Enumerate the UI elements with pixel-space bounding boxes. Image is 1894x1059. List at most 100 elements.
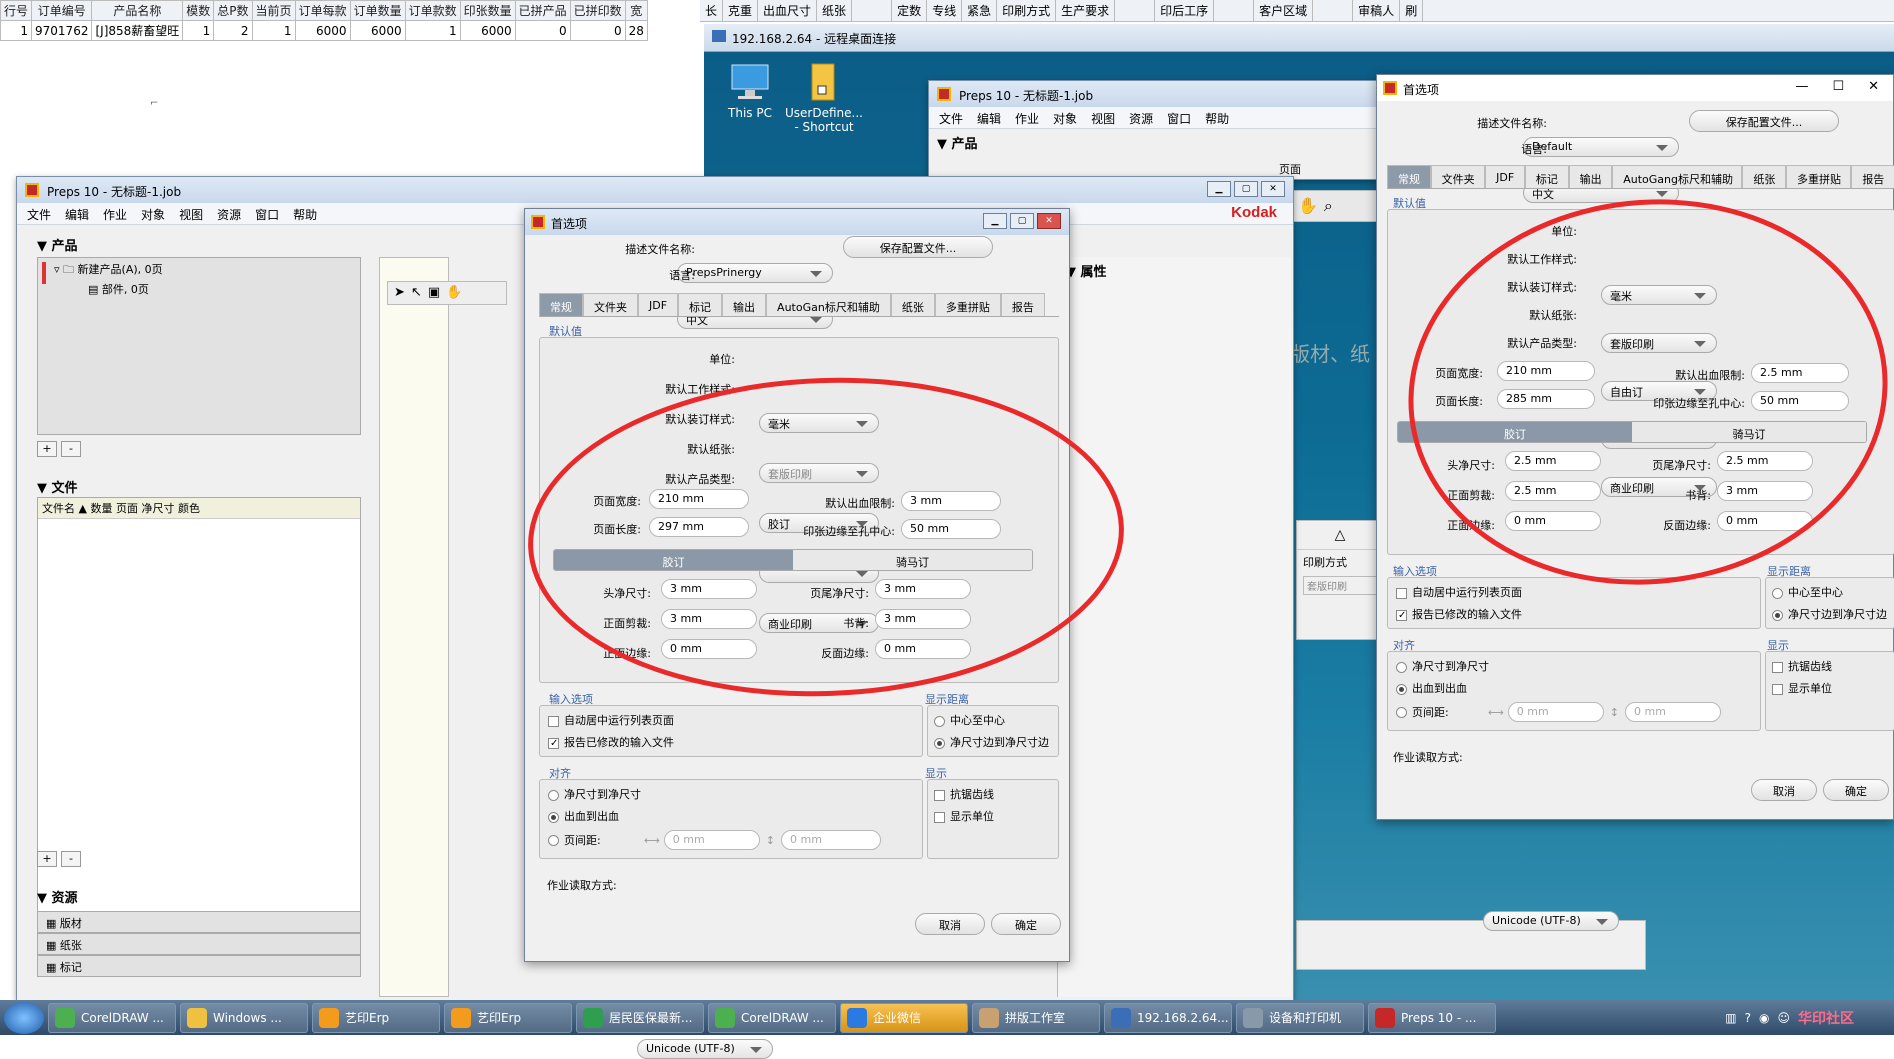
column-header[interactable]: 订单编号 <box>31 0 93 21</box>
spacing-option[interactable]: 页间距: ⟷ 0 mm ↕ 0 mm <box>540 824 922 850</box>
column-header[interactable]: 模数 <box>182 0 215 21</box>
column-header[interactable]: 定数 <box>892 0 928 21</box>
section-resources[interactable]: ▼ 资源 <box>37 887 78 906</box>
table-cell[interactable]: 2 <box>213 20 253 41</box>
table-cell[interactable]: 1 <box>0 20 33 41</box>
table-cell[interactable]: 0 <box>514 20 571 41</box>
antialias-option[interactable]: 抗锯齿线 <box>928 780 1058 802</box>
table-cell[interactable]: 1 <box>404 20 461 41</box>
save-config-button[interactable]: 保存配置文件... <box>1689 110 1839 132</box>
menu-item[interactable]: 文件 <box>939 110 963 126</box>
column-header[interactable]: 已拼产品 <box>514 0 571 21</box>
add-file-button[interactable]: + <box>37 851 57 867</box>
desktop-icon-shortcut[interactable]: UserDefine... - Shortcut <box>782 62 866 134</box>
minimize-button[interactable]: — <box>1795 79 1808 94</box>
table-cell[interactable]: 6000 <box>459 20 516 41</box>
column-header[interactable]: 客户区域 <box>1254 0 1314 21</box>
trim-to-trim-option[interactable]: 净尺寸边到净尺寸边 <box>928 728 1058 750</box>
align-trim-radio[interactable] <box>548 789 559 801</box>
pointer-icon[interactable]: ↖ <box>411 285 422 301</box>
column-header[interactable]: 订单数量 <box>349 0 406 21</box>
show-units-option[interactable]: 显示单位 <box>928 802 1058 824</box>
maximize-button[interactable]: ▢ <box>1234 181 1258 197</box>
close-button[interactable]: ✕ <box>1261 181 1285 197</box>
trim-radio[interactable] <box>934 737 945 749</box>
column-header[interactable]: 订单每款 <box>294 0 351 21</box>
spacing-radio[interactable] <box>1396 706 1407 718</box>
column-header[interactable]: 行号 <box>0 0 33 21</box>
taskbar-item[interactable]: CorelDRAW ... <box>48 1002 176 1033</box>
align-trim-option[interactable]: 净尺寸到净尺寸 <box>540 780 922 802</box>
menu-item[interactable]: 作业 <box>103 206 127 222</box>
ok-button[interactable]: 确定 <box>1823 779 1889 801</box>
tab-1[interactable]: 文件夹 <box>583 293 638 316</box>
spacing-option[interactable]: 页间距: ⟷ 0 mm ↕ 0 mm <box>1388 696 1760 722</box>
product-tree[interactable]: ▿ 🗀 新建产品(A), 0页 ▤ 部件, 0页 <box>37 257 361 435</box>
select-arrow-icon[interactable]: ➤ <box>394 285 405 301</box>
tab-5[interactable]: AutoGan标尺和辅助 <box>766 293 891 316</box>
table-cell[interactable]: 1 <box>251 20 296 41</box>
spacing-h-field[interactable]: 0 mm <box>663 830 760 850</box>
antialias-option[interactable]: 抗锯齿线 <box>1766 652 1894 674</box>
tab-7[interactable]: 多重拼贴 <box>934 293 1001 316</box>
section-product[interactable]: ▼ 产品 <box>929 129 1377 156</box>
save-config-button[interactable]: 保存配置文件... <box>843 236 993 258</box>
zoom-icon[interactable]: ⌕ <box>1324 196 1333 216</box>
report-modified-option[interactable]: 报告已修改的输入文件 <box>1388 600 1760 622</box>
table-cell[interactable]: 0 <box>569 20 626 41</box>
desktop-icon-this-pc[interactable]: This PC <box>708 62 792 120</box>
menu-item[interactable]: 对象 <box>1053 110 1077 126</box>
table-cell[interactable]: 1 <box>182 20 215 41</box>
align-trim-radio[interactable] <box>1396 661 1407 673</box>
section-product[interactable]: ▼ 产品 <box>37 235 78 254</box>
column-header[interactable]: 印张数量 <box>459 0 516 21</box>
center-radio[interactable] <box>934 715 945 727</box>
table-cell[interactable]: 28 <box>624 20 648 41</box>
page-tool-icon[interactable]: ▣ <box>428 285 440 301</box>
resource-marks[interactable]: ▦ 标记 <box>37 955 361 977</box>
menu-item[interactable]: 视图 <box>1091 110 1115 126</box>
cancel-button[interactable]: 取消 <box>915 913 985 935</box>
antialias-checkbox[interactable] <box>1772 661 1783 673</box>
hand-icon[interactable]: ✋ <box>446 285 462 301</box>
column-header[interactable] <box>1313 0 1354 21</box>
taskbar-item[interactable]: 企业微信 <box>840 1002 968 1033</box>
align-bleed-option[interactable]: 出血到出血 <box>1388 674 1760 696</box>
close-button[interactable]: ✕ <box>1868 79 1879 94</box>
column-header[interactable]: 宽 <box>624 0 648 21</box>
center-to-center-option[interactable]: 中心至中心 <box>928 706 1058 728</box>
column-header[interactable]: 出血尺寸 <box>758 0 818 21</box>
column-header[interactable]: 印后工序 <box>1155 0 1215 21</box>
auto-list-checkbox[interactable] <box>548 715 559 727</box>
menu-item[interactable]: 编辑 <box>65 206 89 222</box>
taskbar-item[interactable]: Windows ... <box>180 1002 308 1033</box>
encoding-select[interactable]: Unicode (UTF-8) <box>1483 911 1619 931</box>
tab-8[interactable]: 报告 <box>1851 165 1894 188</box>
tab-4[interactable]: 输出 <box>1568 165 1613 188</box>
menu-item[interactable]: 帮助 <box>1205 110 1229 126</box>
spacing-v-field[interactable]: 0 mm <box>781 830 881 850</box>
center-to-center-option[interactable]: 中心至中心 <box>1766 578 1894 600</box>
column-header[interactable]: 总P数 <box>213 0 253 21</box>
menu-item[interactable]: 窗口 <box>255 206 279 222</box>
column-header[interactable]: 纸张 <box>817 0 853 21</box>
tab-0[interactable]: 常规 <box>1387 165 1431 188</box>
column-header[interactable]: 印刷方式 <box>997 0 1057 21</box>
close-button[interactable]: ✕ <box>1037 213 1061 229</box>
tab-7[interactable]: 多重拼贴 <box>1785 165 1852 188</box>
tree-item-part[interactable]: ▤ 部件, 0页 <box>38 280 360 297</box>
menu-item[interactable]: 帮助 <box>293 206 317 222</box>
table-row[interactable]: 1 9701762 [J]858薪畜望旺 1 2 1 6000 6000 1 6000 0 0 28 <box>0 20 648 41</box>
tab-2[interactable]: JDF <box>638 293 679 316</box>
tab-6[interactable]: 纸张 <box>890 293 935 316</box>
file-list[interactable]: 文件名 ▲ 数量 页面 净尺寸 颜色 <box>37 497 361 973</box>
section-file[interactable]: ▼ 文件 <box>37 477 78 496</box>
maximize-button[interactable]: ☐ <box>1832 79 1844 94</box>
column-header[interactable]: 专线 <box>927 0 963 21</box>
menu-item[interactable]: 作业 <box>1015 110 1039 126</box>
network-icon[interactable]: ▥ <box>1725 1011 1736 1025</box>
profile-select[interactable]: PrepsPrinergy <box>677 263 833 283</box>
menu-item[interactable]: 资源 <box>217 206 241 222</box>
report-modified-checkbox[interactable] <box>1396 609 1407 621</box>
tab-8[interactable]: 报告 <box>1000 293 1045 316</box>
